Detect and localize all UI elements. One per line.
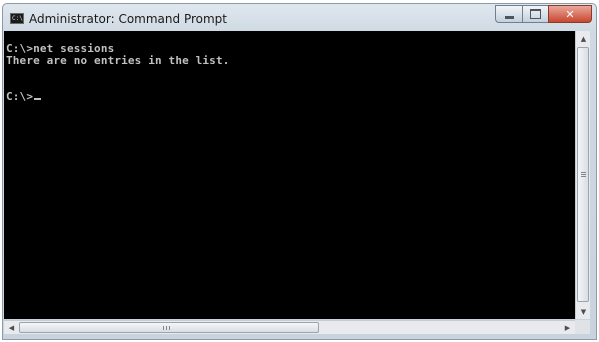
resize-grip[interactable] [575, 320, 590, 334]
close-icon: ✕ [565, 7, 575, 21]
vertical-scroll-thumb[interactable] [577, 47, 589, 302]
minimize-button[interactable] [495, 5, 522, 23]
cmd-icon[interactable]: C:\ [10, 13, 24, 24]
thumb-grip [166, 326, 167, 330]
title-bar[interactable]: C:\ Administrator: Command Prompt ✕ [3, 4, 596, 34]
thumb-grip [581, 176, 586, 177]
scroll-right-arrow-icon[interactable]: ▶ [560, 320, 575, 335]
horizontal-scrollbar[interactable]: ◀ ▶ [4, 320, 575, 334]
prompt-line[interactable]: C:\> [6, 90, 42, 103]
maximize-button[interactable] [522, 5, 548, 23]
console-line: There are no entries in the list. [6, 54, 230, 67]
scroll-left-arrow-icon[interactable]: ◀ [4, 320, 19, 335]
caption-buttons: ✕ [495, 5, 592, 24]
minimize-icon [504, 15, 514, 19]
maximize-icon [530, 9, 541, 19]
window-title: Administrator: Command Prompt [29, 12, 227, 26]
console-output[interactable]: C:\>net sessions There are no entries in… [4, 31, 575, 319]
text-cursor [34, 98, 42, 100]
prompt-text: C:\> [6, 90, 34, 103]
thumb-grip [169, 326, 170, 330]
thumb-grip [581, 172, 586, 173]
thumb-grip [163, 326, 164, 330]
horizontal-scroll-thumb[interactable] [19, 322, 319, 333]
thumb-grip [581, 174, 586, 175]
scroll-up-arrow-icon[interactable]: ▲ [576, 31, 591, 46]
close-button[interactable]: ✕ [548, 5, 592, 23]
scroll-down-arrow-icon[interactable]: ▼ [576, 304, 591, 319]
vertical-scrollbar[interactable]: ▲ ▼ [575, 31, 590, 319]
